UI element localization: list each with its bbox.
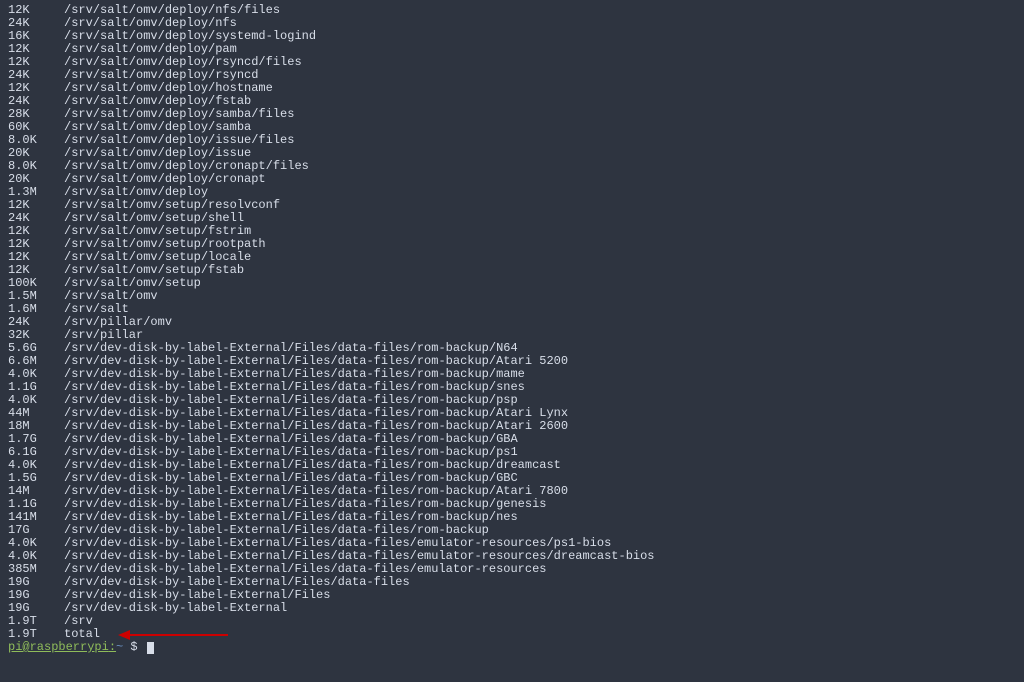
output-line: 19G/srv/dev-disk-by-label-External bbox=[8, 602, 1016, 615]
output-line: 1.9Ttotal bbox=[8, 628, 1016, 641]
terminal-output: 12K/srv/salt/omv/deploy/nfs/files24K/srv… bbox=[8, 4, 1016, 641]
arrow-annotation-icon bbox=[118, 631, 228, 639]
output-line: 1.5M/srv/salt/omv bbox=[8, 290, 1016, 303]
prompt-user-host: pi@raspberrypi bbox=[8, 640, 109, 654]
cursor bbox=[147, 642, 154, 654]
output-line: 1.9T/srv bbox=[8, 615, 1016, 628]
path-value: /srv/dev-disk-by-label-External bbox=[64, 602, 287, 615]
prompt-symbol: $ bbox=[123, 640, 145, 654]
path-value: total bbox=[64, 628, 100, 641]
output-line: 100K/srv/salt/omv/setup bbox=[8, 277, 1016, 290]
size-value: 1.9T bbox=[8, 628, 64, 641]
prompt-line[interactable]: pi@raspberrypi:~ $ bbox=[8, 641, 1016, 654]
output-line: 24K/srv/pillar/omv bbox=[8, 316, 1016, 329]
prompt-colon: : bbox=[109, 640, 116, 654]
